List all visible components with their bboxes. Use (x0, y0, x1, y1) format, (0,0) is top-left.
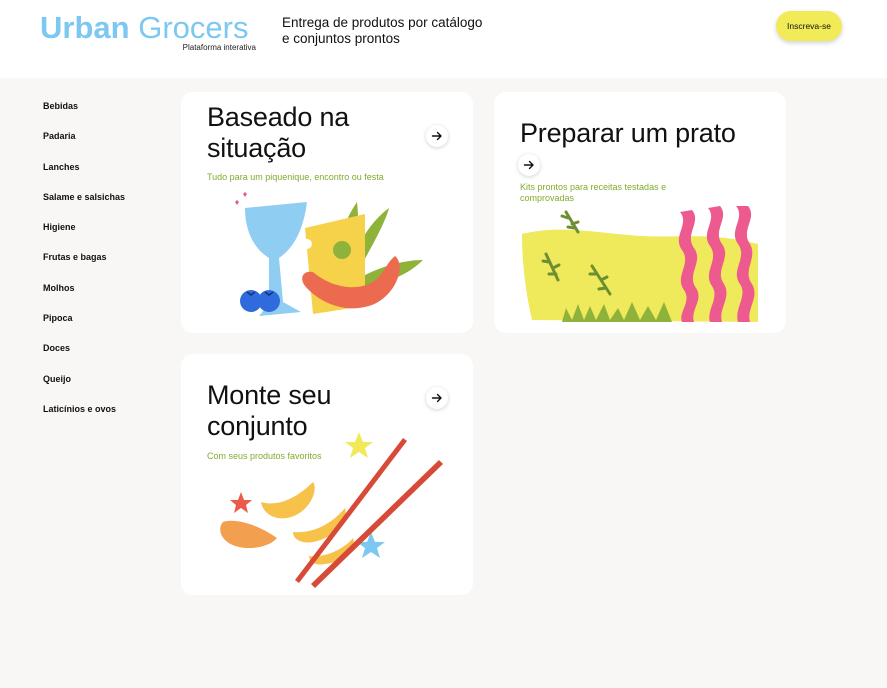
dish-illustration (522, 206, 758, 322)
snacks-illustration (220, 432, 443, 588)
card-title: Preparar um prato (520, 118, 736, 149)
card-title-line-1: Preparar um prato (520, 118, 736, 148)
tagline-line-1: Entrega de produtos por catálogo (282, 15, 483, 30)
sidebar-item-molhos[interactable]: Molhos (43, 282, 173, 312)
card-arrow-button[interactable] (518, 154, 540, 176)
card-subtitle: Kits prontos para receitas testadas e co… (520, 182, 666, 204)
logo-word-grocers: Grocers (138, 10, 249, 45)
logo-word-urban: Urban (40, 10, 130, 45)
card-title-line-1: Monte seu (207, 380, 332, 410)
card-situacao[interactable]: Baseado na situação Tudo para um piqueni… (181, 92, 473, 333)
tagline-line-2: e conjuntos prontos (282, 31, 400, 46)
sidebar-item-salame-e-salsichas[interactable]: Salame e salsichas (43, 191, 173, 221)
sidebar-item-pipoca[interactable]: Pipoca (43, 312, 173, 342)
arrow-right-icon (431, 393, 442, 403)
sidebar-item-bebidas[interactable]: Bebidas (43, 100, 173, 130)
sidebar-item-lanches[interactable]: Lanches (43, 161, 173, 191)
card-monte-conjunto[interactable]: Monte seu conjunto Com seus produtos fav… (181, 354, 473, 595)
subscribe-button[interactable]: Inscreva-se (776, 11, 842, 41)
card-subtitle-line-2: comprovadas (520, 193, 575, 203)
sidebar-item-queijo[interactable]: Queijo (43, 373, 173, 403)
site-header: Urban Grocers Plataforma interativa Entr… (0, 0, 887, 78)
sidebar-item-padaria[interactable]: Padaria (43, 130, 173, 160)
card-arrow-button[interactable] (426, 387, 448, 409)
category-sidebar: Bebidas Padaria Lanches Salame e salsich… (43, 100, 173, 433)
sidebar-item-doces[interactable]: Doces (43, 342, 173, 372)
logo[interactable]: Urban Grocers Plataforma interativa (40, 12, 260, 56)
card-title-line-2: situação (207, 133, 306, 163)
card-title: Baseado na situação (207, 102, 349, 164)
picnic-illustration (235, 192, 423, 316)
card-preparar-prato[interactable]: Preparar um prato Kits prontos para rece… (494, 92, 786, 333)
header-tagline: Entrega de produtos por catálogo e conju… (282, 15, 522, 47)
sidebar-item-laticinios-e-ovos[interactable]: Laticínios e ovos (43, 403, 173, 433)
card-subtitle-line-1: Kits prontos para receitas testadas e (520, 182, 667, 192)
logo-subtitle: Plataforma interativa (182, 43, 256, 52)
sidebar-item-higiene[interactable]: Higiene (43, 221, 173, 251)
sidebar-item-frutas-e-bagas[interactable]: Frutas e bagas (43, 251, 173, 281)
card-subtitle: Tudo para um piquenique, encontro ou fes… (207, 172, 384, 183)
logo-wordmark: Urban Grocers (40, 12, 260, 44)
arrow-right-icon (431, 131, 442, 141)
card-subtitle-line-1: Tudo para um piquenique, encontro ou fes… (207, 172, 384, 182)
arrow-right-icon (523, 160, 534, 170)
card-title-line-1: Baseado na (207, 102, 350, 132)
card-arrow-button[interactable] (426, 125, 448, 147)
